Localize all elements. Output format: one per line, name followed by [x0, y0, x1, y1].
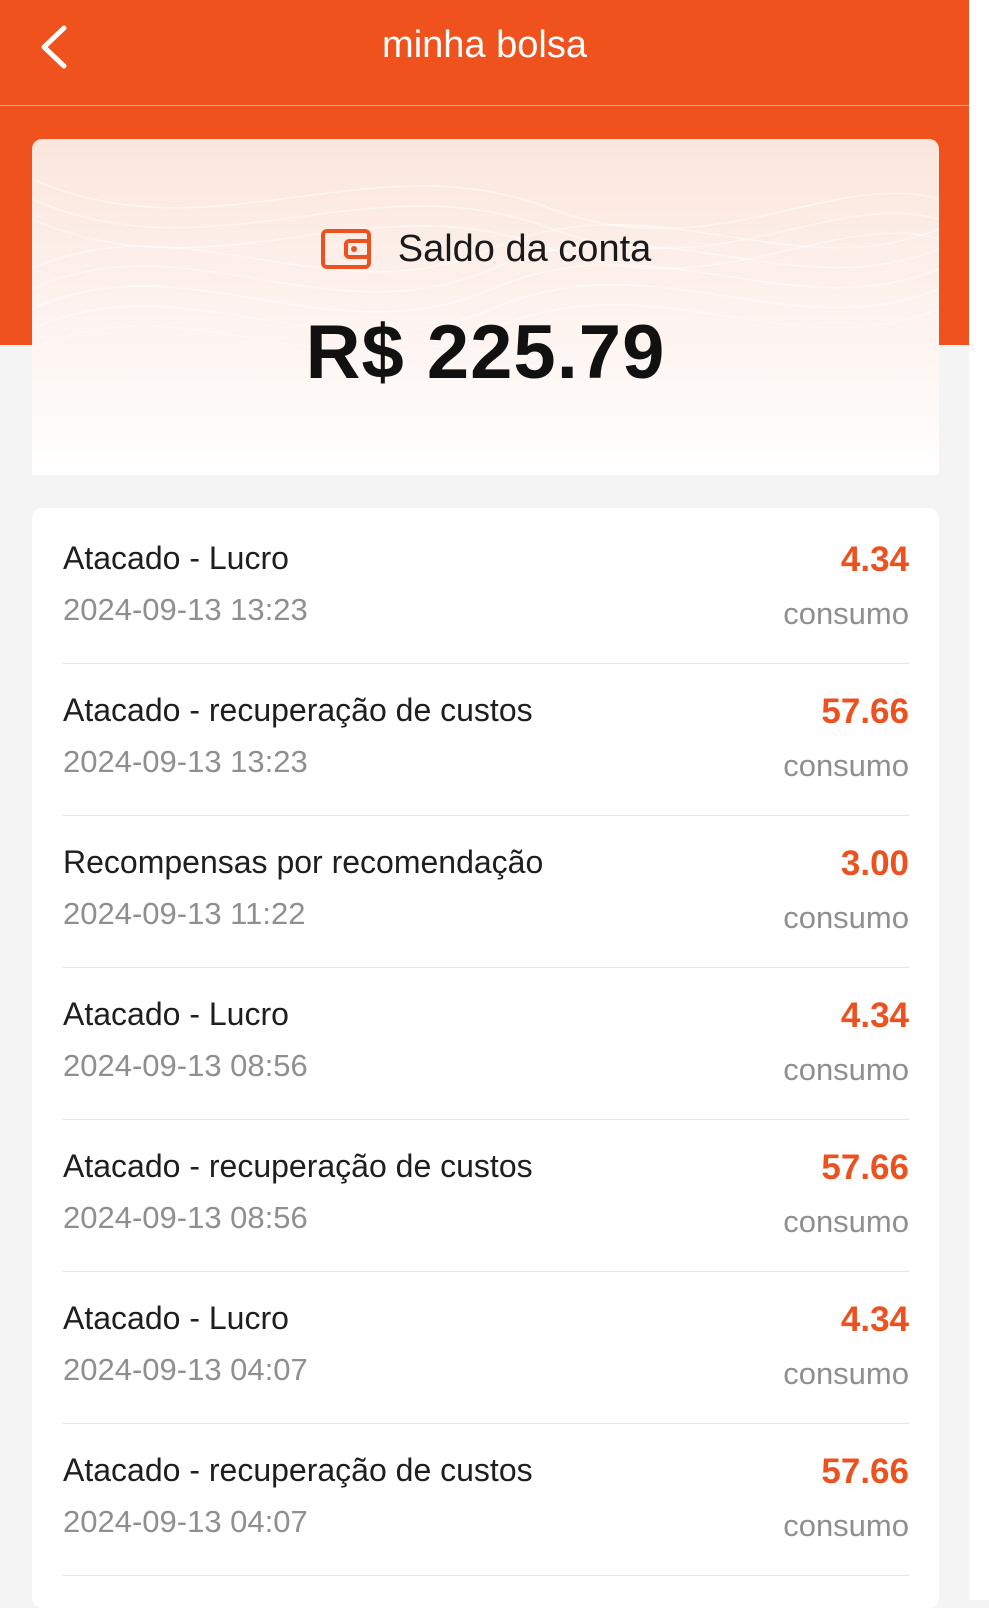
app-header: minha bolsa: [0, 0, 969, 106]
balance-amount: R$ 225.79: [305, 310, 666, 395]
balance-label: Saldo da conta: [397, 227, 652, 270]
transaction-list: Atacado - Lucro 2024-09-13 13:23 4.34 co…: [32, 508, 939, 1608]
transaction-type: consumo: [783, 1204, 909, 1239]
list-item[interactable]: Atacado - Lucro 2024-09-13 04:07 4.34 co…: [63, 1268, 909, 1424]
list-item[interactable]: Atacado - recuperação de custos 2024-09-…: [63, 1116, 909, 1272]
transaction-date: 2024-09-13 13:23: [63, 592, 308, 627]
transaction-date: 2024-09-13 13:23: [63, 744, 308, 779]
transaction-title: Recompensas por recomendação: [63, 844, 544, 880]
transaction-amount: 4.34: [840, 996, 909, 1035]
transaction-date: 2024-09-13 11:22: [63, 896, 306, 931]
edge-strip: [969, 0, 989, 1600]
transaction-amount: 3.00: [840, 844, 909, 883]
transaction-title: Atacado - recuperação de custos: [63, 1148, 533, 1184]
transaction-type: consumo: [783, 1508, 909, 1543]
transaction-amount: 57.66: [821, 1148, 909, 1187]
transaction-title: Atacado - Lucro: [63, 1300, 289, 1336]
transaction-title: Atacado - Lucro: [63, 540, 289, 576]
transaction-type: consumo: [783, 900, 909, 935]
list-item[interactable]: Recompensas por recomendação 2024-09-13 …: [63, 812, 909, 968]
list-item[interactable]: Atacado - recuperação de custos 2024-09-…: [63, 1420, 909, 1576]
transaction-type: consumo: [783, 748, 909, 783]
transaction-date: 2024-09-13 08:56: [63, 1200, 308, 1235]
transaction-amount: 4.34: [840, 1300, 909, 1339]
page-title: minha bolsa: [382, 24, 587, 66]
balance-card: Saldo da conta R$ 225.79: [32, 139, 939, 475]
transaction-date: 2024-09-13 04:07: [63, 1352, 308, 1387]
wallet-icon: [320, 229, 371, 269]
list-item[interactable]: Atacado - Lucro 2024-09-13 08:56 4.34 co…: [63, 964, 909, 1120]
transaction-type: consumo: [783, 1356, 909, 1391]
transaction-title: Atacado - Lucro: [63, 996, 289, 1032]
transaction-title: Atacado - recuperação de custos: [63, 692, 533, 728]
transaction-amount: 57.66: [821, 1452, 909, 1491]
list-item[interactable]: Atacado - Lucro 2024-09-13 13:23 4.34 co…: [63, 508, 909, 664]
transaction-type: consumo: [783, 1052, 909, 1087]
transaction-date: 2024-09-13 04:07: [63, 1504, 308, 1539]
transaction-amount: 4.34: [840, 540, 909, 579]
transaction-amount: 57.66: [821, 692, 909, 731]
card-wave-pattern: [32, 178, 939, 353]
transaction-type: consumo: [783, 596, 909, 631]
list-item[interactable]: Atacado - recuperação de custos 2024-09-…: [63, 660, 909, 816]
transaction-date: 2024-09-13 08:56: [63, 1048, 308, 1083]
transaction-title: Atacado - recuperação de custos: [63, 1452, 533, 1488]
balance-label-row: Saldo da conta: [32, 227, 939, 271]
